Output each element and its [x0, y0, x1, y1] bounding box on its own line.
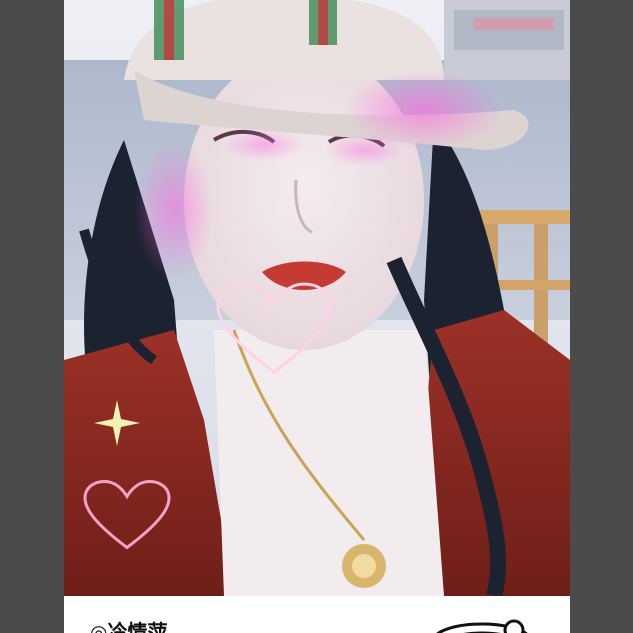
post-photo[interactable]	[64, 0, 570, 596]
sparkle-icon	[94, 400, 140, 446]
heart-icon	[216, 282, 332, 374]
post-card[interactable]: ◎冷情萍	[64, 0, 570, 633]
ornament-badge-icon[interactable]	[430, 616, 534, 633]
viewer-background: ◎冷情萍	[0, 0, 633, 633]
heart-icon	[83, 479, 171, 550]
post-caption: ◎冷情萍	[90, 620, 168, 633]
post-caption-bar: ◎冷情萍	[64, 596, 570, 633]
